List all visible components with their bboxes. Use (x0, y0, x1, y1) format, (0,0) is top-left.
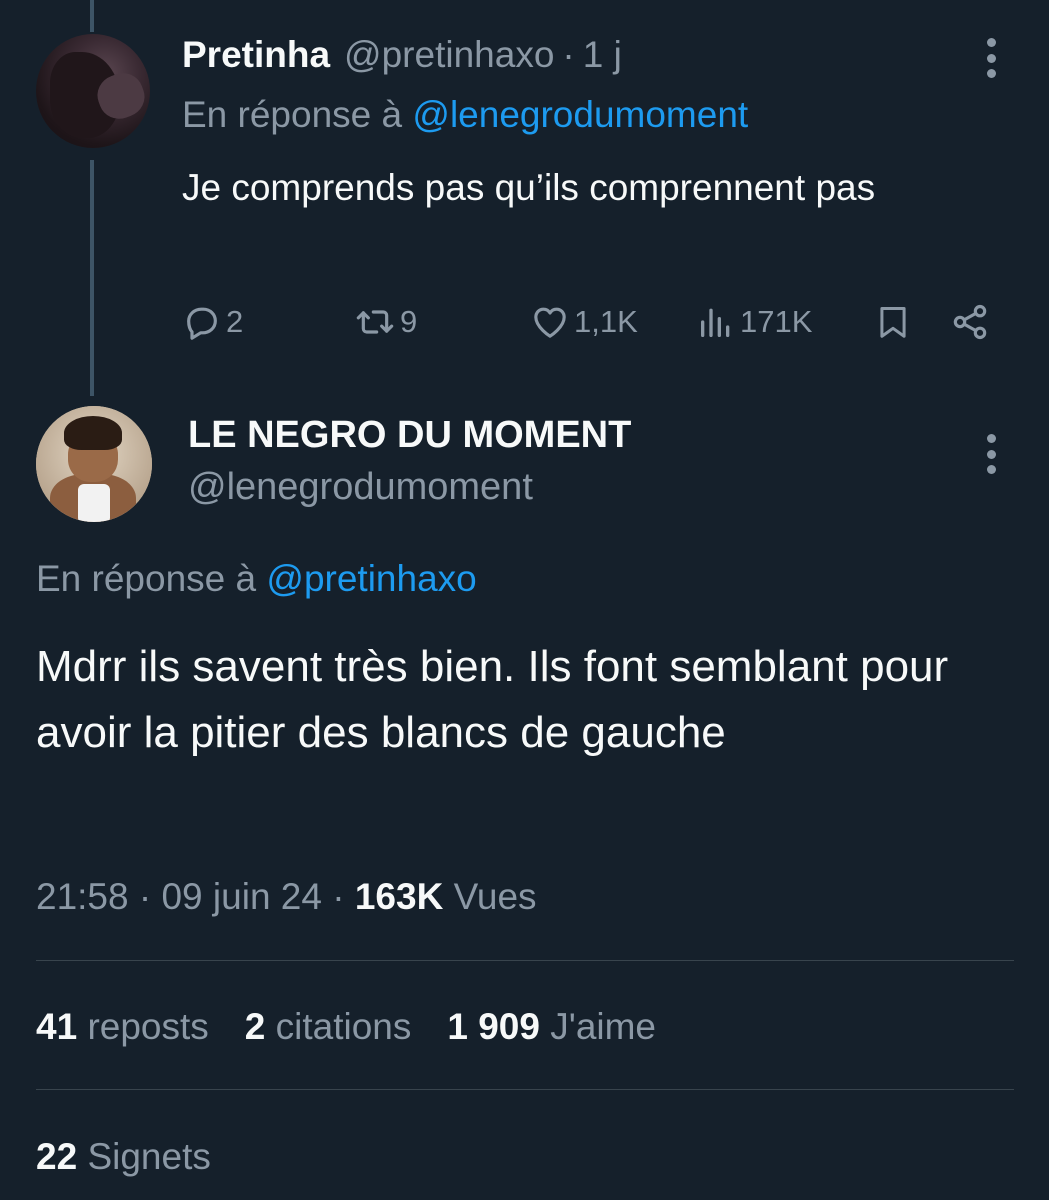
tweet-thread: Pretinha @pretinhaxo · 1 j En réponse à … (0, 0, 1049, 1200)
reposts-stat[interactable]: 41 reposts (36, 1006, 209, 1047)
reply-prefix: En réponse à (36, 558, 257, 599)
quotes-count: 2 (244, 1006, 266, 1047)
likes-stat[interactable]: 1 909 J'aime (447, 1006, 656, 1047)
reply-mention-link[interactable]: @pretinhaxo (266, 558, 476, 599)
bookmarks-count: 22 (36, 1136, 78, 1177)
share-button[interactable] (950, 300, 990, 344)
share-icon (953, 304, 987, 340)
engagement-stats: 41 reposts 2 citations 1 909 J'aime (36, 1006, 656, 1048)
views-count: 171K (740, 304, 813, 339)
reply-count: 2 (226, 304, 244, 339)
reply-prefix: En réponse à (182, 94, 403, 135)
bookmark-icon (880, 307, 906, 338)
repost-button[interactable]: 9 (354, 300, 417, 344)
author-handle[interactable]: @pretinhaxo (344, 34, 554, 76)
quotes-stat[interactable]: 2 citations (245, 1006, 412, 1047)
tweet-metadata: 21:58 · 09 juin 24 · 163K Vues (36, 876, 537, 918)
tweet-time[interactable]: 21:58 (36, 876, 129, 917)
reply-tweet-header: Pretinha @pretinhaxo · 1 j (182, 34, 622, 76)
reply-context: En réponse à @lenegrodumoment (182, 94, 748, 136)
reply-icon (187, 307, 217, 340)
more-icon[interactable] (985, 38, 997, 78)
author-name[interactable]: Pretinha (182, 34, 330, 76)
author-name[interactable]: LE NEGRO DU MOMENT (188, 414, 631, 457)
main-tweet-text: Mdrr ils savent très bien. Ils font semb… (36, 642, 949, 757)
reposts-label: reposts (87, 1006, 209, 1047)
thread-connector-line (90, 0, 94, 32)
avatar-pretinha[interactable] (36, 34, 150, 148)
views-count: 163K (354, 876, 444, 917)
bookmarks-stat[interactable]: 22 Signets (36, 1136, 211, 1178)
avatar-lenegrodumoment[interactable] (36, 406, 152, 522)
author-handle[interactable]: @lenegrodumoment (188, 466, 533, 509)
separator-dot: · (332, 876, 345, 917)
like-count: 1,1K (574, 304, 638, 339)
tweet-action-bar: 2 9 1,1K 171K (182, 300, 1002, 344)
reposts-count: 41 (36, 1006, 78, 1047)
repost-count: 9 (400, 304, 418, 339)
like-icon (534, 307, 566, 338)
reply-mention-link[interactable]: @lenegrodumoment (412, 94, 748, 135)
bookmarks-label: Signets (87, 1136, 211, 1177)
more-icon[interactable] (985, 434, 997, 474)
views-icon (701, 308, 730, 337)
likes-count: 1 909 (447, 1006, 540, 1047)
views-label: Vues (453, 876, 537, 917)
reply-button[interactable]: 2 (182, 300, 243, 344)
separator-dot: · (562, 34, 575, 75)
divider (36, 1089, 1014, 1090)
tweet-date[interactable]: 09 juin 24 (161, 876, 321, 917)
reply-context: En réponse à @pretinhaxo (36, 558, 477, 600)
separator-dot: · (138, 876, 152, 917)
views-button[interactable]: 171K (696, 300, 812, 344)
bookmark-button[interactable] (874, 300, 912, 344)
likes-label: J'aime (550, 1006, 657, 1047)
quotes-label: citations (275, 1006, 412, 1047)
repost-icon (356, 310, 394, 334)
reply-tweet-text: Je comprends pas qu’ils comprennent pas (182, 167, 876, 208)
like-button[interactable]: 1,1K (530, 300, 638, 344)
divider (36, 960, 1014, 961)
tweet-time[interactable]: 1 j (583, 34, 622, 76)
thread-connector-line (90, 160, 94, 396)
